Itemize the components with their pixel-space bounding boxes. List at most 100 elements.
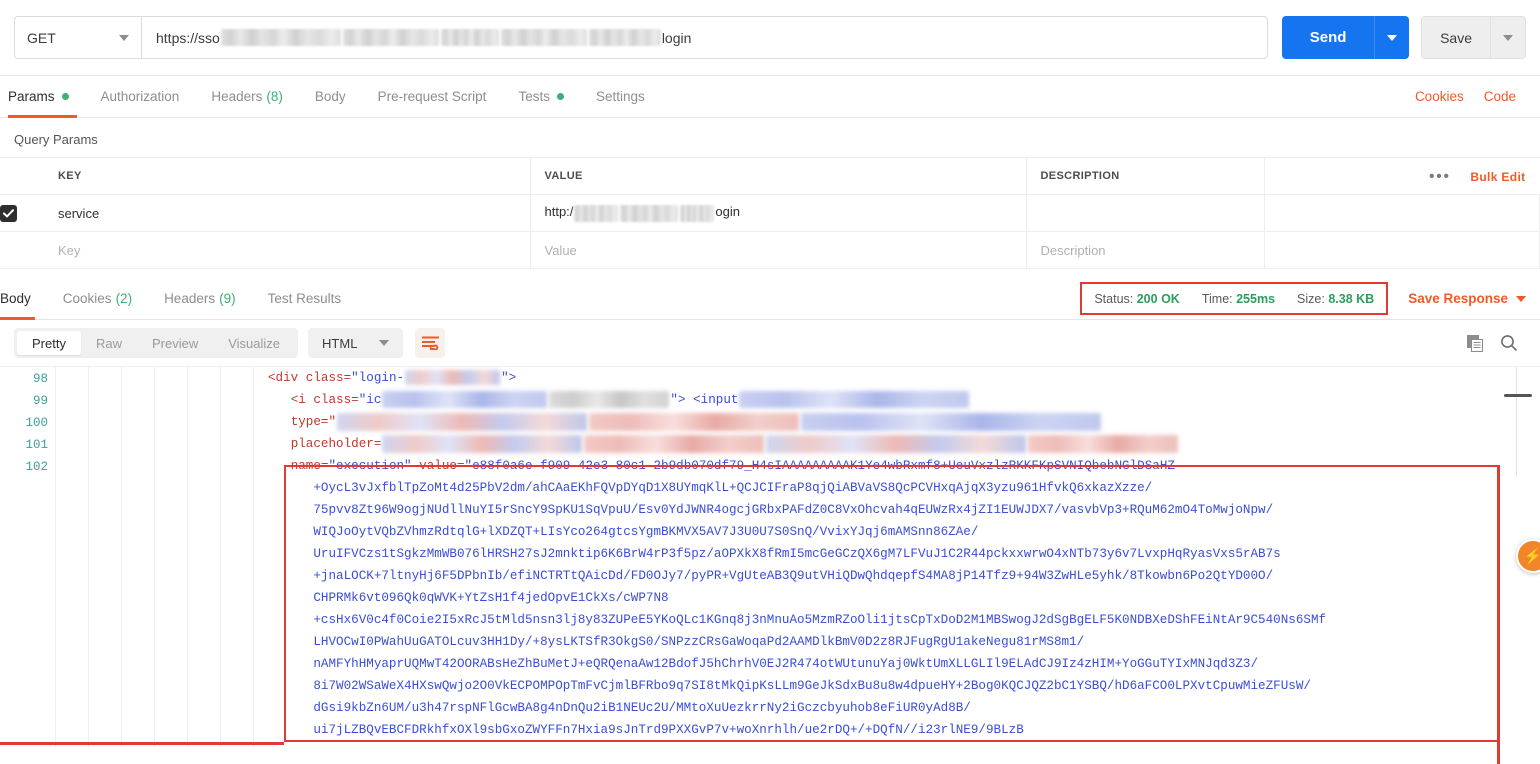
cookies-link[interactable]: Cookies bbox=[1405, 76, 1474, 117]
code-token: +OycL3vJxfblTpZoMt4d25PbV2dm/ahCAaEKhFQV… bbox=[313, 481, 1153, 495]
code-token: 75pvv8Zt96W9ogjNUdllNuYI5rSncY9SpKU1SqVp… bbox=[313, 503, 1274, 517]
code-token: placeholder= bbox=[290, 437, 382, 451]
tab-settings[interactable]: Settings bbox=[580, 76, 661, 117]
tab-authorization[interactable]: Authorization bbox=[85, 76, 196, 117]
http-method-select[interactable]: GET bbox=[14, 16, 141, 59]
search-icon bbox=[1501, 335, 1518, 352]
tab-body[interactable]: Body bbox=[299, 76, 362, 117]
code-token: +csHx6V0c4f0Coie2I5xRcJ5tMld5nsn3lj8y83Z… bbox=[313, 613, 1327, 627]
response-tab-headers[interactable]: Headers (9) bbox=[148, 278, 252, 319]
vertical-scrollbar-thumb[interactable] bbox=[1504, 394, 1532, 397]
view-mode-raw[interactable]: Raw bbox=[81, 331, 137, 355]
send-options-button[interactable] bbox=[1374, 16, 1410, 59]
response-tab-body[interactable]: Body bbox=[0, 278, 47, 320]
url-redacted-2 bbox=[342, 29, 439, 46]
line-number: 99 bbox=[32, 394, 48, 408]
tab-count: (8) bbox=[266, 89, 283, 104]
tab-label: Authorization bbox=[100, 89, 180, 104]
view-mode-preview[interactable]: Preview bbox=[137, 331, 213, 355]
request-tabs: Params Authorization Headers (8) Body Pr… bbox=[0, 76, 1540, 118]
size-segment: Size: 8.38 KB bbox=[1297, 292, 1374, 306]
row-value-prefix: http:/ bbox=[544, 204, 574, 220]
code-line: name="execution" value="e88f0a6e-f909-42… bbox=[268, 455, 1540, 477]
code-token: value= bbox=[411, 459, 465, 473]
more-options-icon[interactable]: ••• bbox=[1429, 168, 1451, 185]
save-response-button[interactable]: Save Response bbox=[1392, 278, 1540, 319]
tab-label: Tests bbox=[518, 89, 550, 104]
copy-icon bbox=[1466, 334, 1483, 352]
size-label: Size: bbox=[1297, 291, 1325, 306]
response-tab-cookies[interactable]: Cookies (2) bbox=[47, 278, 148, 319]
new-row-description-input[interactable]: Description bbox=[1026, 231, 1265, 269]
table-header-row: KEY VALUE DESCRIPTION ••• Bulk Edit bbox=[0, 157, 1540, 195]
save-response-label: Save Response bbox=[1408, 291, 1508, 306]
annotation-underline bbox=[0, 742, 284, 745]
code-token: LHVOCwI0PWahUuGATOLcuv3HH1Dy/+8ysLKTSfR3… bbox=[313, 635, 1085, 649]
send-button[interactable]: Send bbox=[1282, 16, 1375, 59]
code-line: 75pvv8Zt96W9ogjNUdllNuYI5rSncY9SpKU1SqVp… bbox=[268, 499, 1540, 521]
code-redacted bbox=[382, 391, 548, 409]
save-button[interactable]: Save bbox=[1421, 16, 1490, 59]
value-redacted-1 bbox=[574, 204, 619, 222]
code-redacted bbox=[337, 412, 588, 431]
value-redacted-3 bbox=[680, 204, 715, 222]
row-actions bbox=[1264, 231, 1540, 269]
time-segment: Time: 255ms bbox=[1202, 292, 1275, 306]
code-redacted bbox=[382, 434, 583, 453]
tab-label: Headers bbox=[164, 291, 216, 306]
tab-tests[interactable]: Tests bbox=[502, 76, 580, 117]
row-checkbox[interactable] bbox=[0, 204, 17, 222]
tab-label: Headers bbox=[211, 89, 263, 104]
code-token: "login- bbox=[351, 371, 405, 385]
code-token: type=" bbox=[290, 415, 337, 429]
code-redacted bbox=[1028, 434, 1179, 453]
code-token: CHPRMk6vt096Qk0qWVK+YtZsH1f4jedOpvE1CkXs… bbox=[313, 591, 669, 605]
code-content[interactable]: <div class="login- "> <i class="ic "> <inp… bbox=[268, 367, 1540, 747]
bulk-edit-button[interactable]: Bulk Edit bbox=[1470, 170, 1525, 184]
row-key[interactable]: service bbox=[44, 194, 531, 232]
response-body-viewer[interactable]: 98 99 100 101 102 <div class="login- "> <… bbox=[0, 366, 1540, 747]
code-token: "execution" bbox=[328, 459, 412, 473]
code-token: class= bbox=[305, 371, 352, 385]
vertical-scrollbar-track[interactable] bbox=[1516, 367, 1517, 477]
postman-app: GET https://sso login Send Save Params Au… bbox=[0, 0, 1540, 764]
response-format-select[interactable]: HTML bbox=[308, 328, 404, 358]
save-options-button[interactable] bbox=[1490, 16, 1526, 59]
row-checkbox-cell bbox=[0, 194, 44, 232]
view-mode-pretty[interactable]: Pretty bbox=[17, 331, 81, 355]
chevron-down-icon bbox=[1503, 34, 1513, 41]
tab-label: Pre-request Script bbox=[377, 89, 487, 104]
code-token: 8i7W02WSaWeX4HXswQwjo2O0VkECPOMPOpTmFvCj… bbox=[313, 679, 1311, 693]
url-bar: GET https://sso login Send Save bbox=[0, 0, 1540, 76]
tab-headers[interactable]: Headers (8) bbox=[195, 76, 299, 117]
status-value: 200 OK bbox=[1136, 291, 1180, 306]
code-token: dGsi9kbZn6UM/u3h47rspNFlGcwBA8g4nDnQu2iB… bbox=[313, 701, 971, 715]
row-value[interactable]: http:/ ogin bbox=[530, 194, 1027, 232]
code-token: class= bbox=[313, 393, 359, 407]
unsaved-dot-icon bbox=[61, 93, 69, 100]
save-group: Save bbox=[1421, 16, 1526, 59]
tab-label: Cookies bbox=[62, 291, 112, 306]
code-line: LHVOCwI0PWahUuGATOLcuv3HH1Dy/+8ysLKTSfR3… bbox=[268, 631, 1540, 653]
new-row-key-input[interactable]: Key bbox=[44, 231, 531, 269]
copy-button[interactable] bbox=[1458, 328, 1492, 358]
tab-pre-request-script[interactable]: Pre-request Script bbox=[362, 76, 503, 117]
view-mode-group: Pretty Raw Preview Visualize bbox=[14, 328, 299, 358]
chevron-down-icon bbox=[1516, 295, 1526, 302]
response-tab-test-results[interactable]: Test Results bbox=[252, 278, 358, 319]
new-row-value-input[interactable]: Value bbox=[530, 231, 1027, 269]
code-link[interactable]: Code bbox=[1474, 76, 1526, 117]
header-description: DESCRIPTION bbox=[1026, 157, 1265, 195]
tab-params[interactable]: Params bbox=[0, 76, 85, 118]
code-token: ui7jLZBQvEBCFDRkhfxOXl9sbGxoZWYFFn7Hxia9… bbox=[313, 723, 1024, 737]
code-redacted bbox=[801, 412, 1102, 431]
word-wrap-toggle[interactable] bbox=[415, 328, 446, 358]
view-mode-visualize[interactable]: Visualize bbox=[213, 331, 295, 355]
search-button[interactable] bbox=[1492, 328, 1526, 358]
row-description[interactable] bbox=[1026, 194, 1265, 232]
tab-count: (2) bbox=[115, 291, 133, 306]
url-input[interactable]: https://sso login bbox=[141, 16, 1269, 59]
